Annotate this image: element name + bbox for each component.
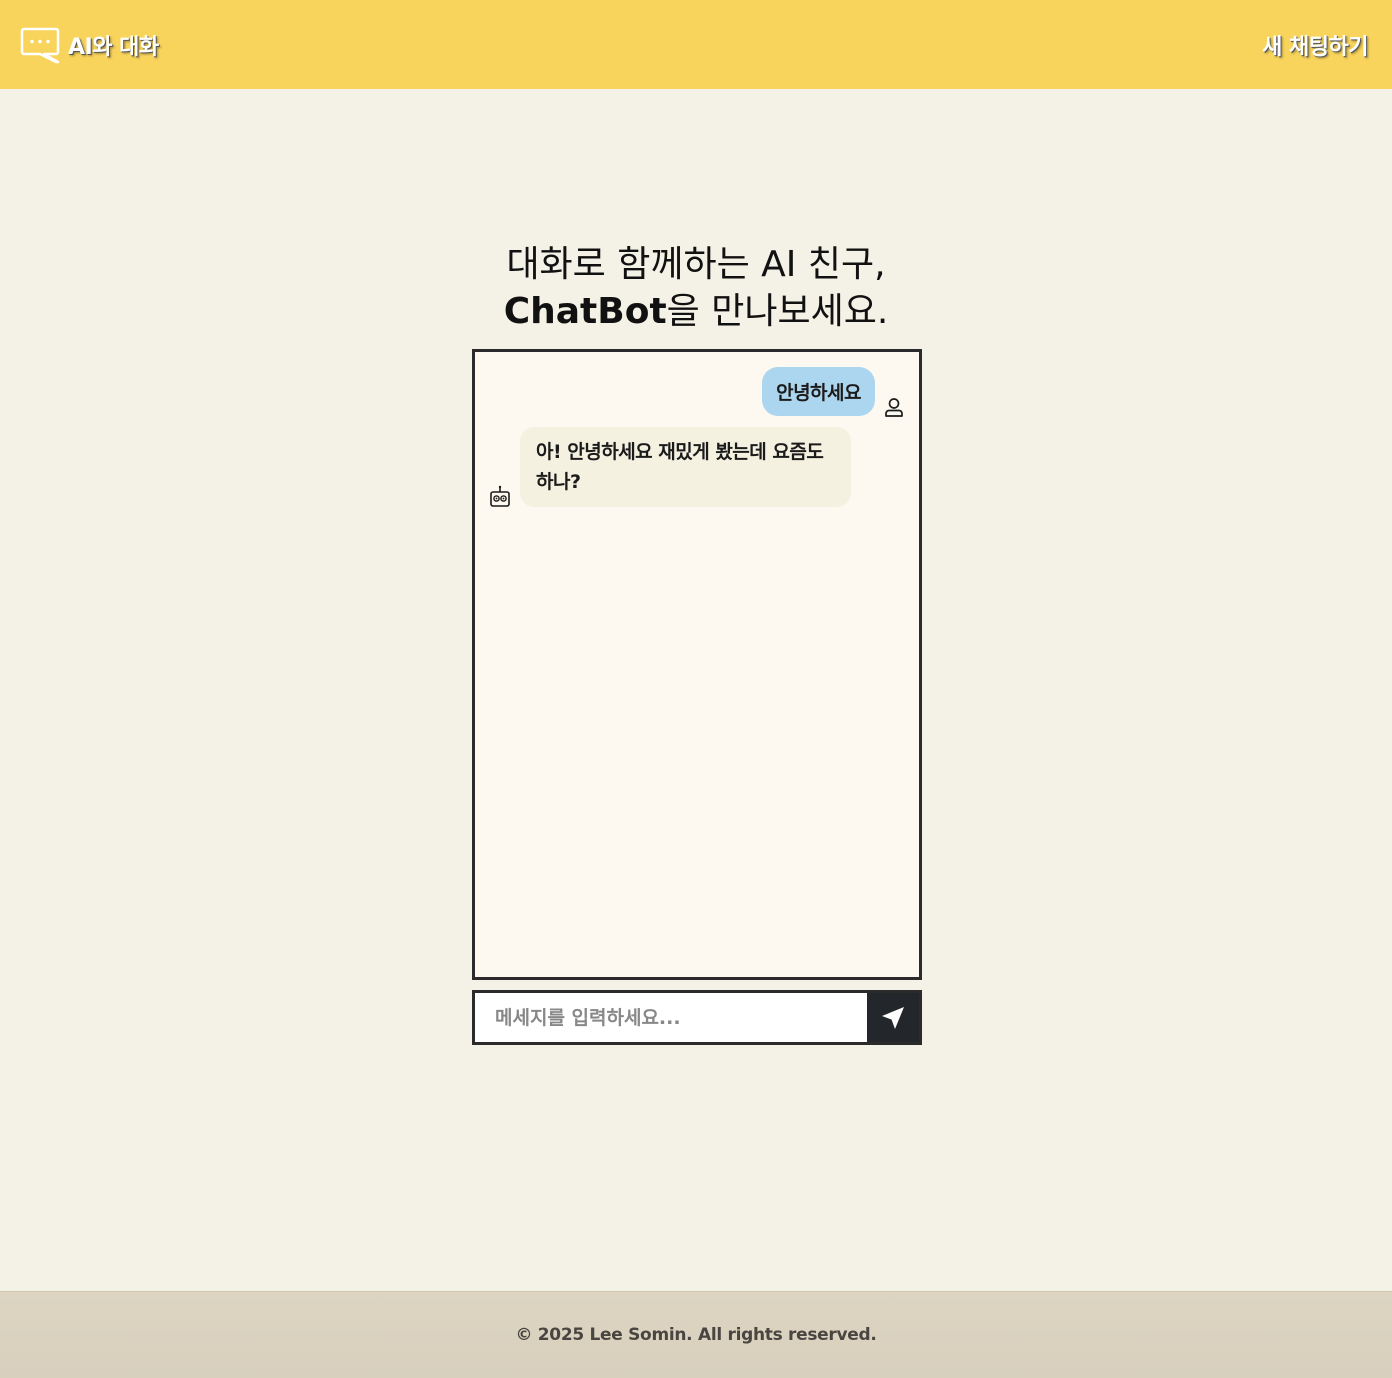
headline-line-2-rest: 을 만나보세요. bbox=[666, 291, 889, 332]
user-message-bubble: 안녕하세요 bbox=[762, 367, 875, 416]
bot-message-bubble: 아! 안녕하세요 재밌게 봤는데 요즘도 하나? bbox=[520, 427, 851, 507]
send-button[interactable] bbox=[867, 993, 919, 1042]
new-chat-button[interactable]: 새 채팅하기 bbox=[1262, 29, 1368, 61]
robot-icon bbox=[490, 485, 510, 507]
send-arrow-icon bbox=[882, 1006, 904, 1029]
user-icon bbox=[885, 398, 903, 417]
chat-window[interactable]: 안녕하세요 아! 안녕하세요 재밌게 봤는데 요즘도 하나? bbox=[472, 349, 922, 980]
page-footer: © 2025 Lee Somin. All rights reserved. bbox=[0, 1291, 1392, 1378]
headline-brand-word: ChatBot bbox=[503, 291, 667, 332]
app-header: AI와 대화 새 채팅하기 bbox=[0, 0, 1392, 89]
headline-line-1: 대화로 함께하는 AI 친구, bbox=[506, 244, 886, 285]
chat-bubble-icon bbox=[20, 27, 60, 63]
headline-line-2: ChatBot을 만나보세요. bbox=[0, 288, 1392, 335]
page-headline: 대화로 함께하는 AI 친구, ChatBot을 만나보세요. bbox=[0, 241, 1392, 335]
app-title: AI와 대화 bbox=[68, 34, 159, 60]
copyright-text: © 2025 Lee Somin. All rights reserved. bbox=[515, 1325, 877, 1345]
message-input[interactable] bbox=[475, 993, 867, 1042]
brand[interactable]: AI와 대화 bbox=[20, 26, 159, 64]
message-composer bbox=[472, 990, 922, 1045]
